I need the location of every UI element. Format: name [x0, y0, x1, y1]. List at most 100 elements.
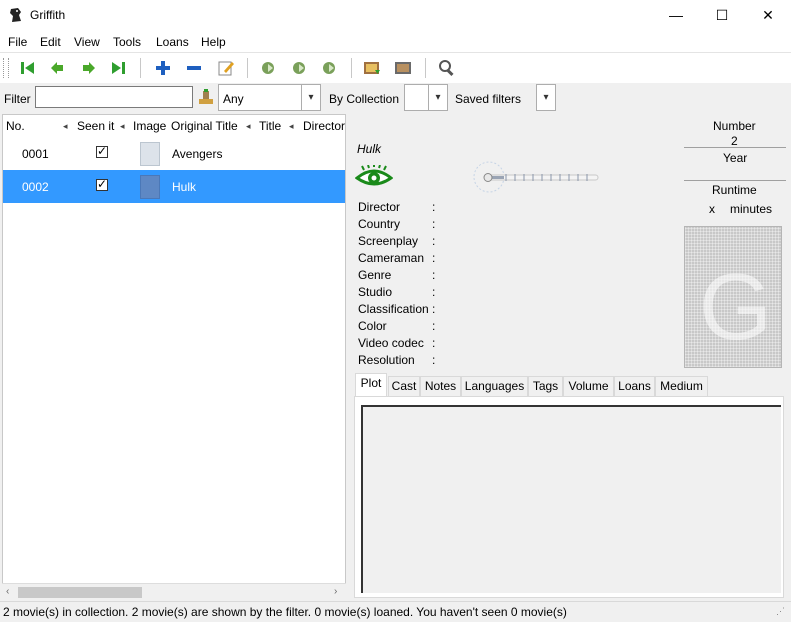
- field-label-video-codec: Video codec: [358, 336, 424, 350]
- tab-cast[interactable]: Cast: [388, 376, 420, 396]
- poster-add-icon[interactable]: [362, 58, 382, 78]
- divider: [684, 180, 786, 181]
- scroll-left-icon[interactable]: ‹: [6, 586, 9, 597]
- scroll-right-icon[interactable]: ›: [334, 586, 337, 597]
- pane-splitter[interactable]: [349, 114, 351, 601]
- menu-edit[interactable]: Edit: [40, 35, 61, 49]
- row-original-title: Hulk: [172, 180, 197, 194]
- window-title: Griffith: [30, 8, 66, 22]
- list-header: No. ◂ Seen it ◂ Image Original Title ◂ T…: [3, 115, 345, 137]
- rating-slider[interactable]: [472, 160, 602, 194]
- griffith-app-icon: [10, 8, 21, 22]
- column-header-image[interactable]: Image: [133, 119, 166, 133]
- menu-tools[interactable]: Tools: [113, 35, 141, 49]
- chevron-down-icon: ▾: [301, 85, 320, 110]
- filter-input[interactable]: [35, 86, 193, 108]
- field-label-screenplay: Screenplay: [358, 234, 419, 248]
- update-icon[interactable]: [258, 58, 278, 78]
- scrollbar-thumb[interactable]: [18, 587, 142, 598]
- add-icon[interactable]: [153, 58, 173, 78]
- field-colon: :: [432, 353, 436, 367]
- toolbar-separator: [351, 58, 352, 78]
- previous-icon[interactable]: [48, 58, 68, 78]
- divider: [684, 147, 786, 148]
- collection-combo[interactable]: ▾: [404, 84, 448, 111]
- field-label-director: Director: [358, 200, 401, 214]
- maximize-button[interactable]: ☐: [699, 0, 745, 31]
- first-icon[interactable]: [18, 58, 38, 78]
- tab-notes[interactable]: Notes: [420, 376, 461, 396]
- criteria-combo[interactable]: Any ▾: [218, 84, 321, 111]
- last-icon[interactable]: [108, 58, 128, 78]
- menu-file[interactable]: File: [8, 35, 27, 49]
- field-colon: :: [432, 234, 436, 248]
- tab-loans[interactable]: Loans: [614, 376, 655, 396]
- seen-eye-icon: [355, 165, 393, 186]
- status-text: 2 movie(s) in collection. 2 movie(s) are…: [3, 605, 567, 619]
- seen-checkbox[interactable]: [96, 144, 108, 158]
- field-label-resolution: Resolution: [358, 353, 415, 367]
- poster-image[interactable]: G: [684, 226, 782, 368]
- toolbar-separator: [247, 58, 248, 78]
- menu-view[interactable]: View: [74, 35, 100, 49]
- poster-placeholder-logo: G: [699, 254, 773, 359]
- field-colon: :: [432, 319, 436, 333]
- table-row[interactable]: 0002 Hulk: [3, 170, 345, 203]
- column-header-seen[interactable]: Seen it: [77, 119, 114, 133]
- movie-thumbnail: [140, 142, 160, 166]
- column-header-director[interactable]: Director: [303, 119, 345, 133]
- search-icon[interactable]: [437, 58, 457, 78]
- menu-help[interactable]: Help: [201, 35, 226, 49]
- toolbar: [0, 52, 791, 84]
- field-label-studio: Studio: [358, 285, 393, 299]
- seen-checkbox[interactable]: [96, 177, 108, 191]
- tab-volume[interactable]: Volume: [563, 376, 614, 396]
- toolbar-grip[interactable]: [3, 58, 9, 78]
- column-header-original-title[interactable]: Original Title: [171, 119, 238, 133]
- tab-plot[interactable]: Plot: [355, 373, 387, 397]
- saved-filters-combo[interactable]: ▾: [536, 84, 556, 111]
- menu-loans[interactable]: Loans: [156, 35, 189, 49]
- plot-textview[interactable]: [361, 405, 781, 593]
- number-value: 2: [731, 134, 738, 148]
- horizontal-scrollbar[interactable]: ‹ ›: [2, 583, 346, 601]
- menu-bar: File Edit View Tools Loans Help: [0, 31, 791, 52]
- next-icon[interactable]: [78, 58, 98, 78]
- tab-tags[interactable]: Tags: [528, 376, 563, 396]
- field-colon: :: [432, 336, 436, 350]
- movie-title: Hulk: [357, 142, 382, 156]
- criteria-value: Any: [223, 92, 244, 106]
- edit-icon[interactable]: [216, 58, 236, 78]
- column-header-number[interactable]: No.: [6, 119, 25, 133]
- chevron-down-icon: ▾: [428, 85, 447, 110]
- number-label: Number: [713, 119, 756, 133]
- saved-filters-label: Saved filters: [455, 92, 522, 106]
- minimize-button[interactable]: —: [653, 0, 699, 31]
- remove-icon[interactable]: [184, 58, 204, 78]
- tab-languages[interactable]: Languages: [461, 376, 528, 396]
- toolbar-separator: [425, 58, 426, 78]
- poster-remove-icon[interactable]: [393, 58, 413, 78]
- table-row[interactable]: 0001 Avengers: [3, 137, 345, 170]
- update-other-icon[interactable]: [319, 58, 339, 78]
- status-bar: 2 movie(s) in collection. 2 movie(s) are…: [0, 601, 791, 622]
- movie-list[interactable]: No. ◂ Seen it ◂ Image Original Title ◂ T…: [2, 114, 346, 601]
- sort-icon: ◂: [246, 121, 251, 131]
- field-colon: :: [432, 302, 436, 316]
- row-original-title: Avengers: [172, 147, 223, 161]
- field-label-color: Color: [358, 319, 387, 333]
- runtime-value: x: [709, 202, 715, 216]
- row-number: 0002: [22, 180, 49, 194]
- update-tmdb-icon[interactable]: [289, 58, 309, 78]
- tab-medium[interactable]: Medium: [655, 376, 708, 396]
- year-label: Year: [723, 151, 748, 165]
- column-header-title[interactable]: Title: [259, 119, 281, 133]
- clear-filter-icon[interactable]: [197, 88, 215, 106]
- resize-grip-icon[interactable]: ⋰: [776, 606, 785, 617]
- chevron-down-icon: ▾: [543, 92, 549, 103]
- title-bar: Griffith — ☐ ✕: [0, 0, 791, 31]
- field-colon: :: [432, 200, 436, 214]
- sort-icon: ◂: [63, 121, 68, 131]
- field-colon: :: [432, 285, 436, 299]
- close-button[interactable]: ✕: [745, 0, 791, 31]
